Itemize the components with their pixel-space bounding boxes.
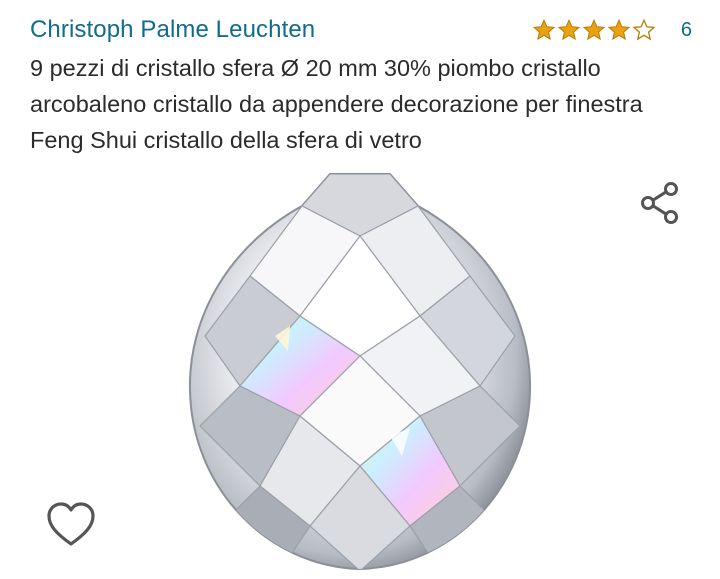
star-empty-icon — [632, 18, 656, 41]
product-header: Christoph Palme Leuchten 6 — [30, 14, 692, 48]
star-full-icon — [582, 18, 606, 41]
star-full-icon — [557, 18, 581, 41]
star-full-icon — [532, 18, 556, 41]
product-page: Christoph Palme Leuchten 6 9 pezzi di cr… — [0, 0, 720, 579]
star-rating — [532, 18, 657, 42]
crystal-ball-icon[interactable] — [180, 166, 540, 579]
rating-summary[interactable]: 6 — [532, 14, 692, 46]
review-count[interactable]: 6 — [681, 14, 692, 46]
brand-link[interactable]: Christoph Palme Leuchten — [30, 14, 315, 46]
star-full-icon — [607, 18, 631, 41]
product-title: 9 pezzi di cristallo sfera Ø 20 mm 30% p… — [30, 55, 643, 153]
share-icon[interactable] — [637, 180, 683, 226]
heart-icon[interactable] — [45, 500, 97, 550]
